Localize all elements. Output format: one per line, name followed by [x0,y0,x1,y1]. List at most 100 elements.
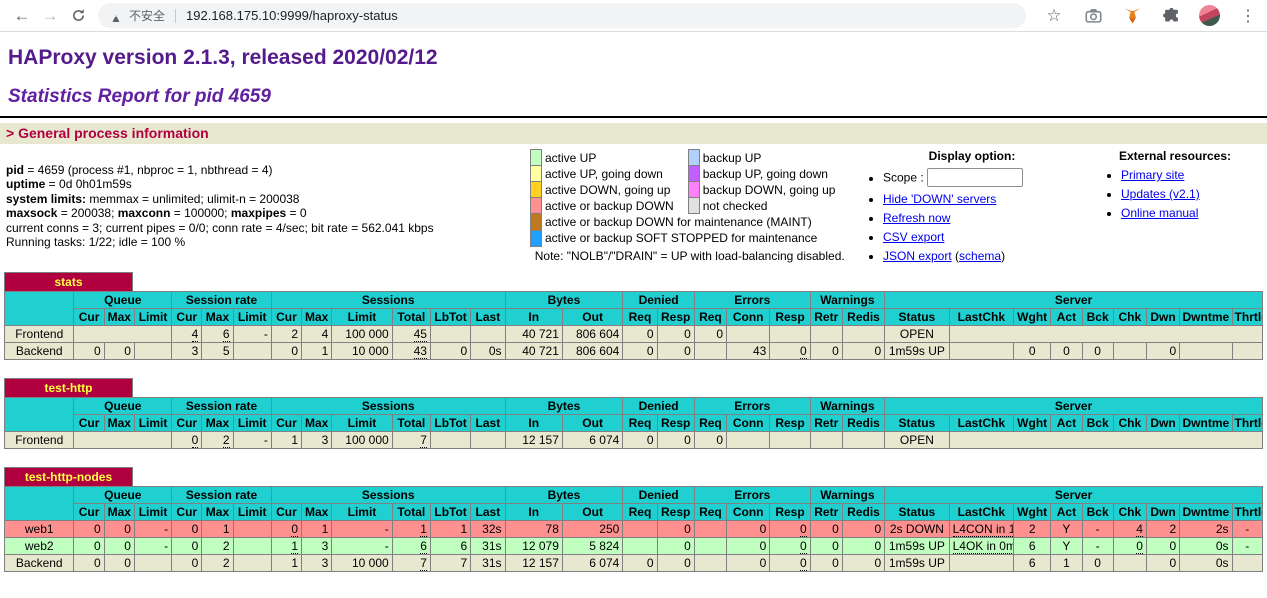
reload-button[interactable] [64,3,92,29]
top-section: pid = 4659 (process #1, nbproc = 1, nbth… [0,144,1267,263]
group-header-bytes: Bytes [505,487,623,504]
cell-act: Y [1051,521,1082,538]
cell-sr-cur: 3 [172,343,202,360]
cell-e-conn: 0 [727,538,770,555]
col-header-wght: Wght [1014,415,1051,432]
cell-e-conn: 0 [727,555,770,572]
cell-w-redis: 0 [842,521,884,538]
cell-e-req: 0 [694,326,726,343]
cell-sr-limit [233,538,271,555]
cell-b-in: 12 079 [505,538,562,555]
forward-button[interactable]: → [36,3,64,29]
legend-swatch [531,198,542,214]
cell-w-retr: 0 [810,555,842,572]
cell-b-in: 12 157 [505,555,562,572]
legend-label: backup UP [699,150,849,166]
col-header-max: Max [104,309,134,326]
toolbar-right: ☆ ⋮ [1043,5,1259,27]
haproxy-title-link[interactable]: HAProxy version 2.1.3, released 2020/02/… [8,46,438,69]
cell-status: 2s DOWN [885,521,949,538]
col-header-act: Act [1051,309,1082,326]
option-link[interactable]: Online manual [1121,206,1198,220]
cell-s-lbtot: 7 [430,555,470,572]
cell-q-max: 0 [104,343,134,360]
col-header-resp: Resp [770,309,810,326]
col-header-last: Last [471,415,505,432]
cell-s-lbtot [430,326,470,343]
bookmark-star-icon[interactable]: ☆ [1043,5,1065,27]
option-link[interactable]: Refresh now [883,211,950,225]
extensions-puzzle-icon[interactable] [1160,5,1182,27]
group-header-server: Server [885,487,1263,504]
cell-thrtle [1232,555,1262,572]
col-header-status: Status [885,415,949,432]
cell-e-conn: 43 [727,343,770,360]
cell-s-lbtot [430,432,470,449]
col-header-dwntme: Dwntme [1180,504,1232,521]
scope-input[interactable] [927,168,1023,187]
cell-d-resp: 0 [657,521,694,538]
cell-s-max: 1 [302,343,332,360]
cell-d-resp: 0 [657,432,694,449]
col-header-thrtle: Thrtle [1232,309,1262,326]
cell-wght: 6 [1014,538,1051,555]
cell-b-out: 806 604 [562,326,622,343]
option-link[interactable]: Hide 'DOWN' servers [883,192,996,206]
legend-swatch [531,166,542,182]
cell-bck: 0 [1082,555,1113,572]
col-header-out: Out [562,309,622,326]
option-link[interactable]: Primary site [1121,168,1184,182]
proxy-name-test-http-nodes[interactable]: test-http-nodes [4,467,133,486]
col-header-limit: Limit [332,504,392,521]
cell-s-limit: - [332,538,392,555]
group-header-sessions: Sessions [271,487,505,504]
cell-q-cur: 0 [74,538,104,555]
display-option-list: Scope : Hide 'DOWN' serversRefresh nowCS… [883,168,1091,263]
cell-q-limit [134,343,171,360]
camera-extension-icon[interactable] [1082,5,1104,27]
cell-lastchk [949,326,1262,343]
legend-label: active UP, going down [542,166,689,182]
not-secure-warning-icon[interactable]: ▲ ! [110,9,124,23]
legend-swatch [531,214,542,231]
url-text[interactable]: 192.168.175.10:9999/haproxy-status [186,8,398,23]
cell-w-redis [842,432,884,449]
menu-dots-icon[interactable]: ⋮ [1237,5,1259,27]
cell-s-last: 0s [471,343,505,360]
option-link[interactable]: CSV export [883,230,944,244]
cell-e-req [694,538,726,555]
external-resources-column: External resources: Primary siteUpdates … [1091,149,1259,263]
metamask-extension-icon[interactable] [1121,5,1143,27]
option-item: Primary site [1121,168,1259,182]
col-header-thrtle: Thrtle [1232,415,1262,432]
group-header-bytes: Bytes [505,398,623,415]
option-link[interactable]: JSON export [883,249,952,263]
cell-e-resp: 0 [770,555,810,572]
group-header-errors: Errors [694,487,810,504]
col-header-act: Act [1051,504,1082,521]
col-header-last: Last [471,309,505,326]
col-header-act: Act [1051,415,1082,432]
option-link[interactable]: schema [959,249,1001,263]
process-info-line: system limits: memmax = unlimited; ulimi… [6,192,530,206]
corner-header [5,292,74,326]
col-header-limit: Limit [134,309,171,326]
group-header-queue: Queue [74,487,172,504]
url-omnibox[interactable]: ▲ ! 不安全 192.168.175.10:9999/haproxy-stat… [98,3,1026,28]
option-link[interactable]: Updates (v2.1) [1121,187,1200,201]
group-header-warnings: Warnings [810,398,885,415]
cell-b-in: 78 [505,521,562,538]
profile-avatar[interactable] [1199,5,1220,26]
cell-dwntme: 2s [1180,521,1232,538]
back-button[interactable]: ← [8,3,36,29]
row-label: web1 [5,521,74,538]
proxy-name-test-http[interactable]: test-http [4,378,133,397]
cell-bck: - [1082,521,1113,538]
col-header-wght: Wght [1014,504,1051,521]
cell-s-cur: 0 [271,521,301,538]
group-header-sessions: Sessions [271,398,505,415]
col-header-in: In [505,504,562,521]
proxy-name-stats[interactable]: stats [4,272,133,291]
cell-d-req [623,538,657,555]
status-legend: active UPbackup UPactive UP, going downb… [530,149,849,263]
